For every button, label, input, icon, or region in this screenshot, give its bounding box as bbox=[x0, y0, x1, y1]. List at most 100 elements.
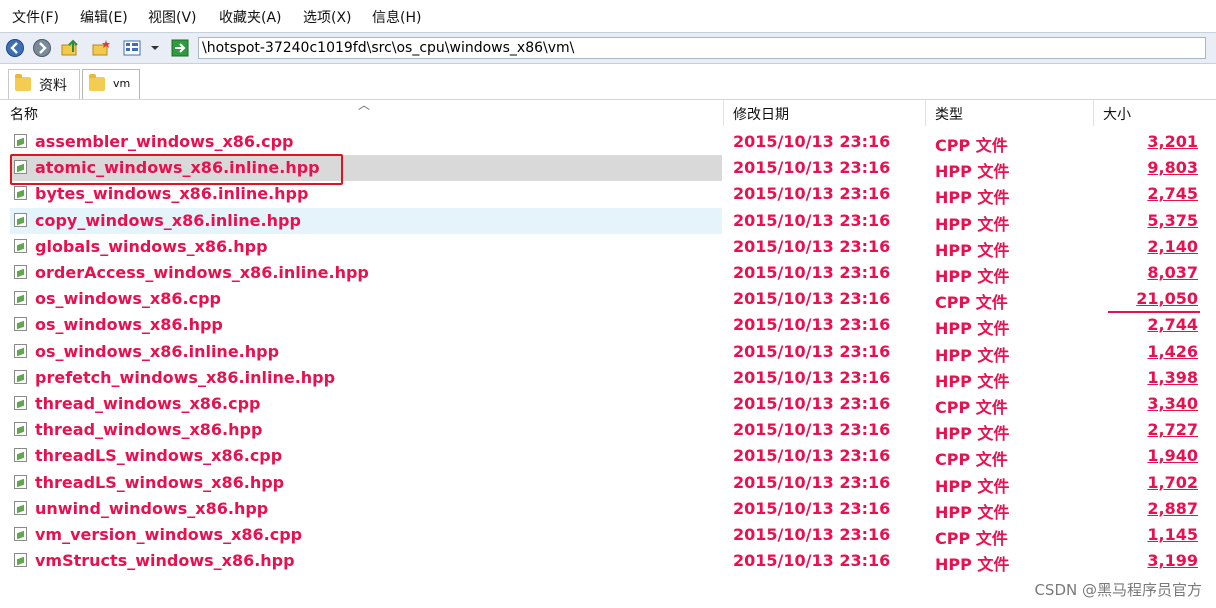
folder-icon bbox=[89, 74, 105, 91]
file-icon bbox=[14, 317, 27, 332]
file-row[interactable]: thread_windows_x86.hpp 2015/10/13 23:16 HP… bbox=[0, 417, 1216, 443]
file-icon bbox=[14, 422, 27, 437]
file-date: 2015/10/13 23:16 bbox=[733, 551, 891, 571]
column-type[interactable]: 类型 bbox=[935, 104, 963, 124]
file-icon bbox=[14, 265, 27, 279]
file-name: vmStructs_windows_x86.hpp bbox=[35, 551, 295, 571]
new-folder-icon[interactable] bbox=[91, 38, 111, 58]
file-date: 2015/10/13 23:16 bbox=[733, 158, 891, 178]
file-date: 2015/10/13 23:16 bbox=[733, 263, 891, 282]
file-name: threadLS_windows_x86.hpp bbox=[35, 472, 285, 492]
file-name: orderAccess_windows_x86.inline.hpp bbox=[35, 263, 369, 282]
file-row[interactable]: os_windows_x86.hpp 2015/10/13 23:16 HPP 文件… bbox=[0, 312, 1216, 338]
file-date: 2015/10/13 23:16 bbox=[733, 498, 891, 518]
file-size: 2,887 bbox=[1147, 498, 1198, 518]
file-type: HPP 文件 bbox=[935, 345, 1010, 365]
file-icon bbox=[14, 291, 27, 306]
file-date: 2015/10/13 23:16 bbox=[733, 184, 891, 204]
file-name: os_windows_x86.inline.hpp bbox=[35, 341, 280, 361]
file-type: HPP 文件 bbox=[935, 502, 1010, 522]
file-type: HPP 文件 bbox=[935, 214, 1010, 234]
file-size: 9,803 bbox=[1147, 158, 1198, 178]
file-icon bbox=[14, 343, 27, 358]
file-row[interactable]: threadLS_windows_x86.cpp 2015/10/13 23:16… bbox=[0, 443, 1216, 469]
file-size: 8,037 bbox=[1147, 263, 1198, 282]
file-name: threadLS_windows_x86.cpp bbox=[35, 446, 283, 466]
forward-icon[interactable] bbox=[32, 38, 52, 58]
file-type: HPP 文件 bbox=[935, 555, 1010, 575]
view-mode-icon[interactable] bbox=[122, 38, 142, 58]
file-row[interactable]: bytes_windows_x86.inline.hpp 2015/10/13 2… bbox=[0, 181, 1216, 207]
file-date: 2015/10/13 23:16 bbox=[733, 472, 891, 492]
file-row[interactable]: prefetch_windows_x86.inline.hpp 2015/10/1… bbox=[0, 365, 1216, 391]
file-date: 2015/10/13 23:16 bbox=[733, 446, 891, 466]
file-type: HPP 文件 bbox=[935, 319, 1010, 339]
file-icon bbox=[14, 186, 27, 201]
address-bar[interactable]: \hotspot-37240c1019fd\src\os_cpu\windows… bbox=[198, 37, 1206, 59]
file-name: bytes_windows_x86.inline.hpp bbox=[35, 184, 309, 204]
toolbar: \hotspot-37240c1019fd\src\os_cpu\windows… bbox=[0, 32, 1216, 64]
file-row[interactable]: orderAccess_windows_x86.inline.hpp 2015/1… bbox=[0, 260, 1216, 286]
file-row[interactable]: unwind_windows_x86.hpp 2015/10/13 23:16 HP… bbox=[0, 496, 1216, 522]
file-row[interactable]: thread_windows_x86.cpp 2015/10/13 23:16 CP… bbox=[0, 391, 1216, 417]
column-name[interactable]: 名称 bbox=[10, 104, 38, 124]
file-name: prefetch_windows_x86.inline.hpp bbox=[35, 367, 336, 387]
file-row[interactable]: assembler_windows_x86.cpp 2015/10/13 23:1… bbox=[0, 129, 1216, 155]
file-row[interactable]: globals_windows_x86.hpp 2015/10/13 23:16 H… bbox=[0, 234, 1216, 260]
file-date: 2015/10/13 23:16 bbox=[733, 341, 891, 361]
file-size: 1,145 bbox=[1147, 525, 1198, 544]
menu-options[interactable]: 选项(X) bbox=[303, 7, 352, 27]
menu-view[interactable]: 视图(V) bbox=[148, 7, 197, 27]
tab-vm[interactable]: vm bbox=[82, 69, 140, 99]
file-size: 1,940 bbox=[1147, 446, 1198, 466]
column-size[interactable]: 大小 bbox=[1103, 104, 1131, 124]
file-row[interactable]: threadLS_windows_x86.hpp 2015/10/13 23:16… bbox=[0, 470, 1216, 496]
file-name: unwind_windows_x86.hpp bbox=[35, 498, 269, 518]
column-date[interactable]: 修改日期 bbox=[733, 104, 789, 124]
dropdown-icon[interactable] bbox=[148, 38, 162, 58]
back-icon[interactable] bbox=[5, 38, 25, 58]
file-size: 1,702 bbox=[1147, 472, 1198, 492]
file-name: copy_windows_x86.inline.hpp bbox=[35, 210, 301, 230]
file-size: 1,398 bbox=[1147, 367, 1198, 387]
sort-ascending-icon: ︿ bbox=[358, 98, 371, 112]
file-date: 2015/10/13 23:16 bbox=[733, 236, 891, 256]
go-icon[interactable] bbox=[170, 38, 190, 58]
file-date: 2015/10/13 23:16 bbox=[733, 210, 891, 230]
file-icon bbox=[14, 396, 27, 410]
column-divider[interactable] bbox=[925, 100, 926, 126]
menu-edit[interactable]: 编辑(E) bbox=[80, 7, 128, 27]
tab-ziliao[interactable]: 资料 bbox=[8, 69, 80, 99]
file-row[interactable]: vmStructs_windows_x86.hpp 2015/10/13 23:1… bbox=[0, 548, 1216, 574]
file-name: globals_windows_x86.hpp bbox=[35, 236, 268, 256]
file-name: thread_windows_x86.cpp bbox=[35, 394, 261, 413]
column-header: ︿ 名称 修改日期 类型 大小 bbox=[0, 98, 1216, 126]
file-row[interactable]: copy_windows_x86.inline.hpp 2015/10/13 23… bbox=[0, 207, 1216, 234]
file-type: HPP 文件 bbox=[935, 267, 1010, 286]
file-date: 2015/10/13 23:16 bbox=[733, 420, 891, 440]
file-size: 2,140 bbox=[1147, 236, 1198, 256]
column-divider[interactable] bbox=[723, 100, 724, 126]
file-type: CPP 文件 bbox=[935, 398, 1008, 417]
file-date: 2015/10/13 23:16 bbox=[733, 394, 891, 413]
file-type: HPP 文件 bbox=[935, 476, 1010, 496]
up-folder-icon[interactable] bbox=[60, 38, 80, 58]
menu-file[interactable]: 文件(F) bbox=[12, 7, 59, 27]
file-row[interactable]: os_windows_x86.inline.hpp 2015/10/13 23:1… bbox=[0, 339, 1216, 365]
file-type: HPP 文件 bbox=[935, 240, 1010, 260]
file-icon bbox=[14, 238, 27, 253]
file-row[interactable]: vm_version_windows_x86.cpp 2015/10/13 23:… bbox=[0, 522, 1216, 548]
file-type: HPP 文件 bbox=[935, 188, 1010, 208]
menu-favorites[interactable]: 收藏夹(A) bbox=[219, 7, 282, 27]
column-divider[interactable] bbox=[1093, 100, 1094, 126]
file-row[interactable]: os_windows_x86.cpp 2015/10/13 23:16 CPP 文件… bbox=[0, 286, 1216, 314]
file-type: CPP 文件 bbox=[935, 450, 1008, 470]
annotation-highlight-box bbox=[10, 154, 343, 185]
file-type: HPP 文件 bbox=[935, 424, 1010, 444]
file-type: CPP 文件 bbox=[935, 136, 1008, 155]
file-name: vm_version_windows_x86.cpp bbox=[35, 525, 303, 544]
menu-info[interactable]: 信息(H) bbox=[372, 7, 421, 27]
file-name: thread_windows_x86.hpp bbox=[35, 420, 263, 440]
file-icon bbox=[14, 134, 27, 148]
file-icon bbox=[14, 527, 27, 541]
